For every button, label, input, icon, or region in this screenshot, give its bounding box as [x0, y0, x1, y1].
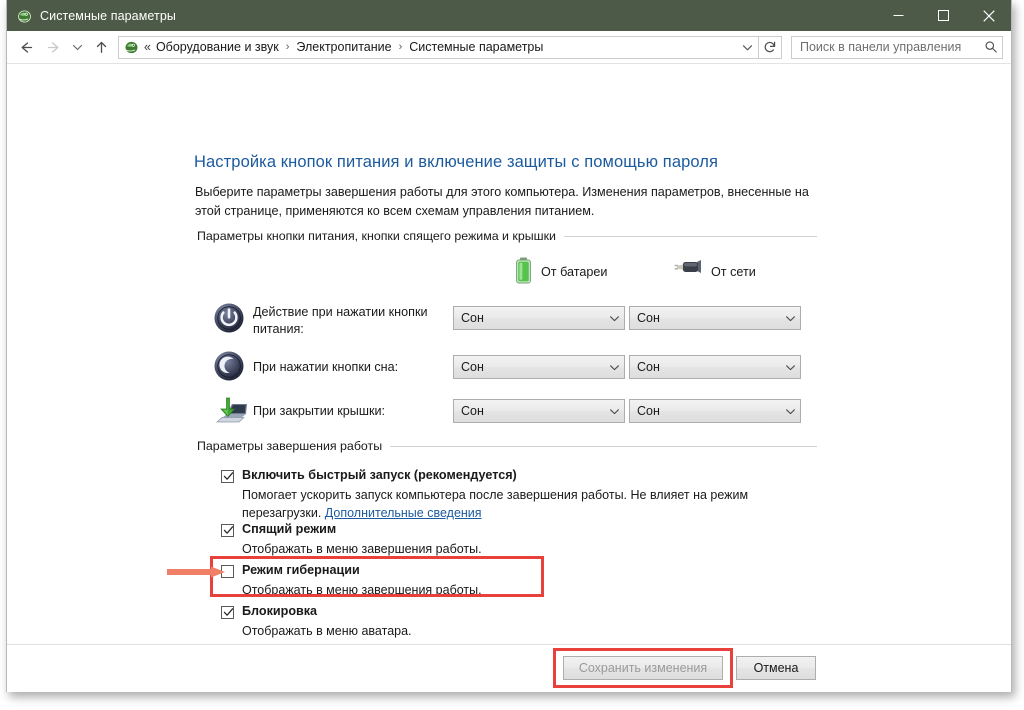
checkmark-icon	[223, 472, 234, 480]
power-button-icon	[213, 302, 245, 334]
search-input[interactable]	[792, 40, 980, 54]
shutdown-settings-group-label: Параметры завершения работы	[197, 439, 383, 453]
power-button-ac-combo[interactable]: Сон	[629, 306, 801, 330]
hibernate-label: Режим гибернации	[242, 563, 360, 577]
lid-close-ac-combo[interactable]: Сон	[629, 399, 801, 423]
window-title: Системные параметры	[40, 8, 177, 23]
minimize-button[interactable]	[876, 0, 921, 31]
power-button-battery-combo[interactable]: Сон	[453, 306, 625, 330]
breadcrumb-overflow[interactable]: «	[144, 40, 154, 54]
chevron-down-icon	[742, 44, 752, 50]
power-plug-icon	[672, 257, 702, 286]
setting-row-sleep-button-label: При нажатии кнопки сна:	[253, 360, 399, 374]
chevron-down-icon	[605, 406, 624, 417]
address-dropdown-button[interactable]	[736, 37, 758, 58]
power-button-battery-value: Сон	[461, 311, 484, 325]
column-header-battery-label: От батареи	[541, 265, 608, 279]
battery-icon	[515, 257, 532, 287]
chevron-down-icon	[781, 362, 800, 373]
maximize-button[interactable]	[921, 0, 966, 31]
chevron-down-icon	[781, 406, 800, 417]
page-title: Настройка кнопок питания и включение защ…	[194, 153, 719, 171]
close-button[interactable]	[966, 0, 1011, 31]
breadcrumb-item-system-settings[interactable]: Системные параметры	[407, 40, 545, 54]
column-header-ac: От сети	[672, 257, 756, 286]
fast-startup-checkbox[interactable]	[221, 470, 234, 483]
refresh-button[interactable]	[759, 35, 782, 59]
breadcrumb: « Оборудование и звук › Электропитание ›…	[144, 40, 736, 54]
sleep-description: Отображать в меню завершения работы.	[242, 542, 482, 556]
up-button[interactable]	[88, 34, 115, 60]
arrow-up-icon	[96, 41, 107, 53]
learn-more-link[interactable]: Дополнительные сведения	[325, 506, 482, 520]
sleep-label: Спящий режим	[242, 522, 337, 536]
laptop-lid-icon	[213, 394, 247, 426]
navigation-toolbar: « Оборудование и звук › Электропитание ›…	[7, 31, 1011, 64]
shutdown-settings-group-header: Параметры завершения работы	[197, 439, 817, 453]
power-options-icon	[16, 8, 32, 24]
checkmark-icon	[223, 608, 234, 616]
arrow-right-icon	[47, 41, 59, 53]
back-button[interactable]	[13, 34, 40, 60]
breadcrumb-item-power-options[interactable]: Электропитание	[294, 40, 393, 54]
sleep-moon-icon	[213, 350, 245, 382]
sleep-button-battery-combo[interactable]: Сон	[453, 355, 625, 379]
sleep-checkbox[interactable]	[221, 524, 234, 537]
breadcrumb-separator-1[interactable]: ›	[281, 41, 295, 53]
checkmark-icon	[223, 526, 234, 534]
sleep-button-ac-value: Сон	[637, 360, 660, 374]
lid-close-battery-value: Сон	[461, 404, 484, 418]
hibernate-checkbox[interactable]	[221, 565, 234, 578]
page-description: Выберите параметры завершения работы для…	[195, 185, 809, 218]
search-box[interactable]	[791, 35, 1003, 59]
recent-locations-button[interactable]	[67, 34, 88, 60]
lock-description: Отображать в меню аватара.	[242, 624, 412, 638]
cancel-button[interactable]: Отмена	[736, 656, 816, 680]
button-settings-group-header: Параметры кнопки питания, кнопки спящего…	[197, 229, 817, 243]
forward-button	[40, 34, 67, 60]
breadcrumb-item-hardware-sound[interactable]: Оборудование и звук	[154, 40, 281, 54]
sleep-button-battery-value: Сон	[461, 360, 484, 374]
power-button-ac-value: Сон	[637, 311, 660, 325]
arrow-left-icon	[21, 41, 33, 53]
lid-close-ac-value: Сон	[637, 404, 660, 418]
refresh-icon	[764, 41, 776, 53]
chevron-down-icon	[781, 313, 800, 324]
setting-row-lid-close-label: При закрытии крышки:	[253, 404, 385, 418]
chevron-down-icon	[605, 313, 624, 324]
fast-startup-description-text: Помогает ускорить запуск компьютера посл…	[242, 488, 749, 520]
setting-row-sleep-button: При нажатии кнопки сна: Сон Сон	[213, 350, 813, 390]
setting-row-power-button: Действие при нажатии кнопки питания: Сон…	[213, 302, 813, 342]
lid-close-battery-combo[interactable]: Сон	[453, 399, 625, 423]
column-header-ac-label: От сети	[711, 264, 756, 279]
hibernate-description: Отображать в меню завершения работы.	[242, 583, 482, 597]
group-divider-line	[563, 235, 817, 237]
chevron-down-icon	[605, 362, 624, 373]
lock-label: Блокировка	[242, 604, 318, 618]
footer-bar: Сохранить изменения Отмена	[7, 644, 1011, 692]
button-settings-group-label: Параметры кнопки питания, кнопки спящего…	[197, 229, 556, 243]
search-icon[interactable]	[980, 40, 1002, 54]
title-bar: Системные параметры	[7, 0, 1011, 31]
breadcrumb-separator-2[interactable]: ›	[394, 41, 408, 53]
annotation-arrow-hibernate	[167, 564, 229, 585]
lock-checkbox[interactable]	[221, 606, 234, 619]
setting-row-power-button-label: Действие при нажатии кнопки питания:	[253, 305, 428, 336]
fast-startup-description: Помогает ускорить запуск компьютера посл…	[242, 486, 782, 522]
screenshot-root: Системные параметры « Оборудование и зву…	[0, 0, 1024, 710]
address-power-options-icon	[123, 39, 139, 55]
caption-buttons	[876, 0, 1011, 31]
chevron-down-icon	[72, 44, 83, 50]
save-changes-button[interactable]: Сохранить изменения	[563, 656, 723, 680]
fast-startup-label: Включить быстрый запуск (рекомендуется)	[242, 468, 517, 482]
setting-row-lid-close: При закрытии крышки: Сон Сон	[213, 394, 813, 434]
sleep-button-ac-combo[interactable]: Сон	[629, 355, 801, 379]
address-bar[interactable]: « Оборудование и звук › Электропитание ›…	[118, 35, 759, 59]
control-panel-window: Системные параметры « Оборудование и зву…	[6, 0, 1012, 692]
content-pane: Настройка кнопок питания и включение защ…	[7, 64, 1011, 644]
column-header-battery: От батареи	[515, 257, 607, 287]
group-divider-line	[390, 445, 817, 447]
